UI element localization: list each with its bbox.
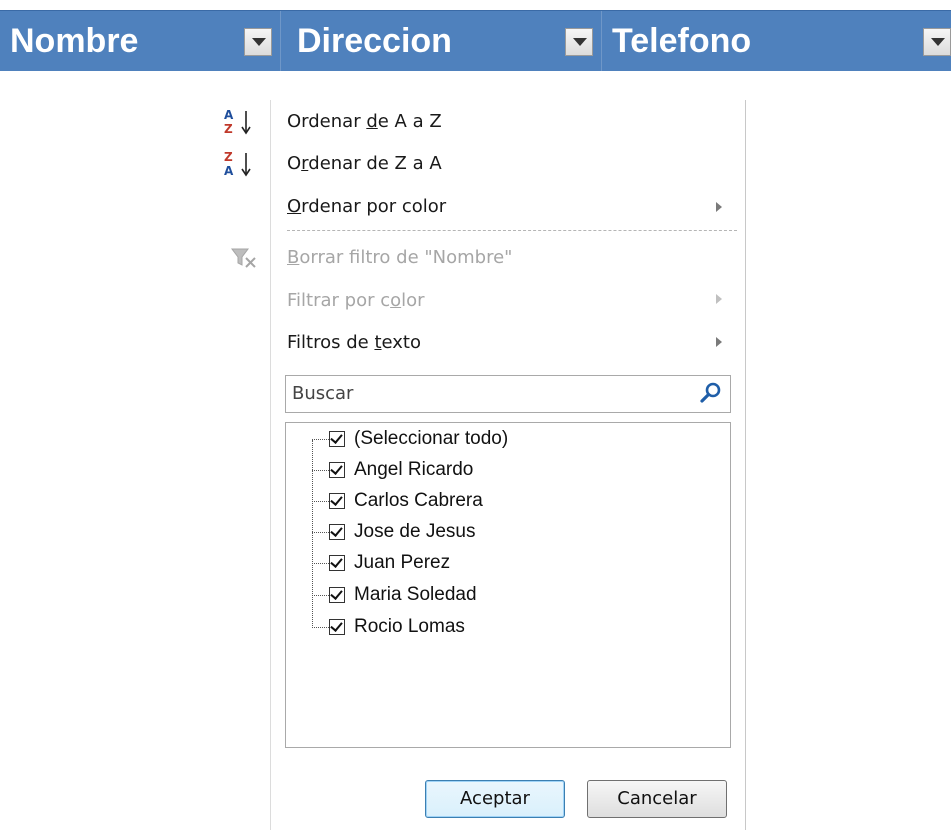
cancel-button[interactable]: Cancelar [587, 780, 727, 818]
list-item-label: (Seleccionar todo) [354, 428, 509, 449]
menu-item-sort-by-color[interactable]: Ordenar por color [287, 195, 446, 219]
menu-item-text: rdenar por color [301, 196, 447, 217]
menu-item-text: Ordenar [287, 111, 367, 132]
menu-item-text: Filtrar por c [287, 290, 391, 311]
column-header-nombre: Nombre [10, 22, 139, 60]
filter-dropdown-button-telefono[interactable] [923, 28, 951, 56]
clear-filter-icon [230, 246, 258, 270]
accelerator-key: o [390, 290, 402, 311]
tree-connector [312, 439, 329, 440]
tree-connector [312, 470, 329, 471]
menu-item-text: exto [381, 332, 421, 353]
checkbox[interactable] [329, 462, 345, 478]
ok-button[interactable]: Aceptar [425, 780, 565, 818]
list-item-label: Jose de Jesus [354, 521, 476, 542]
list-item-label: Juan Perez [354, 552, 451, 573]
tree-connector [312, 627, 329, 628]
tree-connector [312, 501, 329, 502]
sort-az-icon: A Z [222, 106, 262, 138]
svg-text:Z: Z [224, 122, 233, 136]
list-item-label: Maria Soledad [354, 584, 477, 605]
column-header-direccion: Direccion [297, 22, 452, 60]
tree-connector [312, 595, 329, 596]
filter-dropdown-button-direccion[interactable] [565, 28, 593, 56]
search-icon[interactable] [700, 382, 722, 404]
svg-text:A: A [224, 164, 234, 178]
checkbox[interactable] [329, 555, 345, 571]
menu-item-sort-az[interactable]: Ordenar de A a Z [287, 110, 442, 134]
tree-connector [312, 440, 313, 628]
svg-text:Z: Z [224, 150, 233, 164]
accelerator-key: B [287, 247, 300, 268]
column-divider [280, 11, 281, 71]
top-gap [0, 0, 951, 10]
submenu-arrow-icon [716, 202, 722, 212]
list-item-label: Carlos Cabrera [354, 490, 483, 511]
menu-item-filter-by-color: Filtrar por color [287, 289, 425, 313]
filter-dropdown-button-nombre[interactable] [244, 28, 272, 56]
list-item-label: Rocio Lomas [354, 616, 465, 637]
tree-connector [312, 563, 329, 564]
column-divider [601, 11, 602, 71]
checkbox[interactable] [329, 431, 345, 447]
search-placeholder: Buscar [292, 383, 354, 404]
column-header-telefono: Telefono [612, 22, 752, 60]
submenu-arrow-icon [716, 337, 722, 347]
menu-item-text: orrar filtro de "Nombre" [299, 247, 513, 268]
menu-item-text-filters[interactable]: Filtros de texto [287, 331, 421, 355]
menu-item-text: Filtros de [287, 332, 375, 353]
menu-item-text: O [287, 153, 302, 174]
accelerator-key: O [287, 196, 302, 217]
list-item-label: Angel Ricardo [354, 459, 474, 480]
tree-connector [312, 532, 329, 533]
menu-separator [287, 230, 737, 231]
menu-item-clear-filter: Borrar filtro de "Nombre" [287, 246, 512, 270]
submenu-arrow-icon [716, 294, 722, 304]
checkbox[interactable] [329, 493, 345, 509]
menu-item-text: e A a Z [377, 111, 442, 132]
menu-icon-gutter-divider [270, 100, 271, 830]
menu-item-sort-za[interactable]: Ordenar de Z a A [287, 152, 442, 176]
checkbox[interactable] [329, 587, 345, 603]
menu-item-text: denar de Z a A [308, 153, 442, 174]
menu-item-text: lor [401, 290, 425, 311]
accelerator-key: d [366, 111, 378, 132]
search-input[interactable]: Buscar [285, 375, 731, 413]
checkbox[interactable] [329, 524, 345, 540]
checkbox[interactable] [329, 619, 345, 635]
menu-border [745, 100, 746, 830]
filter-values-list[interactable] [285, 422, 731, 748]
svg-text:A: A [224, 108, 234, 122]
table-header-row: Nombre Direccion Telefono [0, 10, 951, 71]
accelerator-key: t [374, 332, 382, 353]
sort-za-icon: Z A [222, 148, 262, 180]
